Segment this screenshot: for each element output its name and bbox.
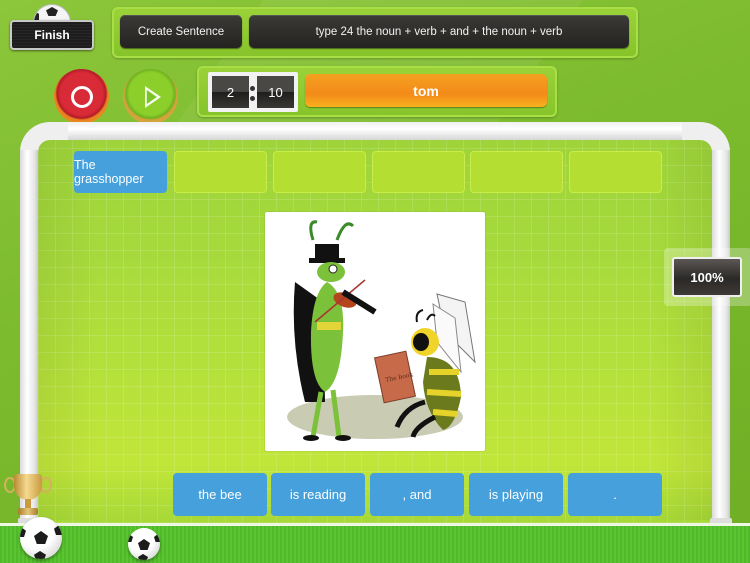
grasshopper-antenna xyxy=(309,220,318,241)
play-icon-inner xyxy=(146,89,157,104)
goal-net-side xyxy=(652,140,712,520)
word-tile[interactable]: is playing xyxy=(469,473,563,516)
timer: 2 10 xyxy=(208,72,298,112)
finish-control: Finish xyxy=(10,4,94,50)
timer-colon-dot xyxy=(250,86,255,91)
timer-seconds: 10 xyxy=(257,76,294,108)
goal-net-side xyxy=(38,140,98,520)
answer-slot[interactable]: The grasshopper xyxy=(74,151,167,193)
sentence-picture: The book xyxy=(265,212,485,451)
play-button[interactable] xyxy=(123,69,178,124)
instruction-text: type 24 the noun + verb + and + the noun… xyxy=(249,15,629,48)
soccer-ball-icon xyxy=(128,528,160,560)
sash xyxy=(317,322,341,330)
timer-bar: 2 10 tom xyxy=(197,66,557,117)
grasshopper-and-bee-illustration: The book xyxy=(287,220,476,441)
timer-minutes: 2 xyxy=(212,76,249,108)
grass xyxy=(0,526,750,563)
bee-antenna xyxy=(415,309,424,323)
top-hat-brim xyxy=(309,258,345,263)
create-sentence-button[interactable]: Create Sentence xyxy=(120,15,242,48)
finish-button[interactable]: Finish xyxy=(10,20,94,50)
soccer-ball-icon xyxy=(20,517,62,559)
word-tile[interactable]: , and xyxy=(370,473,464,516)
goal-crossbar xyxy=(50,122,700,140)
bee-antenna xyxy=(426,313,436,321)
progress-indicator: 100% xyxy=(672,257,742,297)
word-tile[interactable]: . xyxy=(568,473,662,516)
goal-post-right xyxy=(712,150,730,520)
grasshopper-antenna xyxy=(335,222,355,241)
answer-slot[interactable] xyxy=(174,151,267,193)
word-tile[interactable]: the bee xyxy=(173,473,267,516)
answer-slot[interactable] xyxy=(470,151,563,193)
trophy-base xyxy=(18,508,38,515)
answer-slot[interactable] xyxy=(569,151,662,193)
timer-colon-dot xyxy=(250,96,255,101)
player-name: tom xyxy=(305,74,547,107)
progress-panel: 100% xyxy=(664,248,750,306)
record-icon xyxy=(70,85,93,108)
answer-slot[interactable] xyxy=(273,151,366,193)
top-hat xyxy=(315,244,339,260)
goal-post-left xyxy=(20,150,38,520)
word-tile[interactable]: is reading xyxy=(271,473,365,516)
instruction-bar: Create Sentence type 24 the noun + verb … xyxy=(112,7,638,58)
answer-slot[interactable] xyxy=(372,151,465,193)
record-button[interactable] xyxy=(54,69,109,124)
